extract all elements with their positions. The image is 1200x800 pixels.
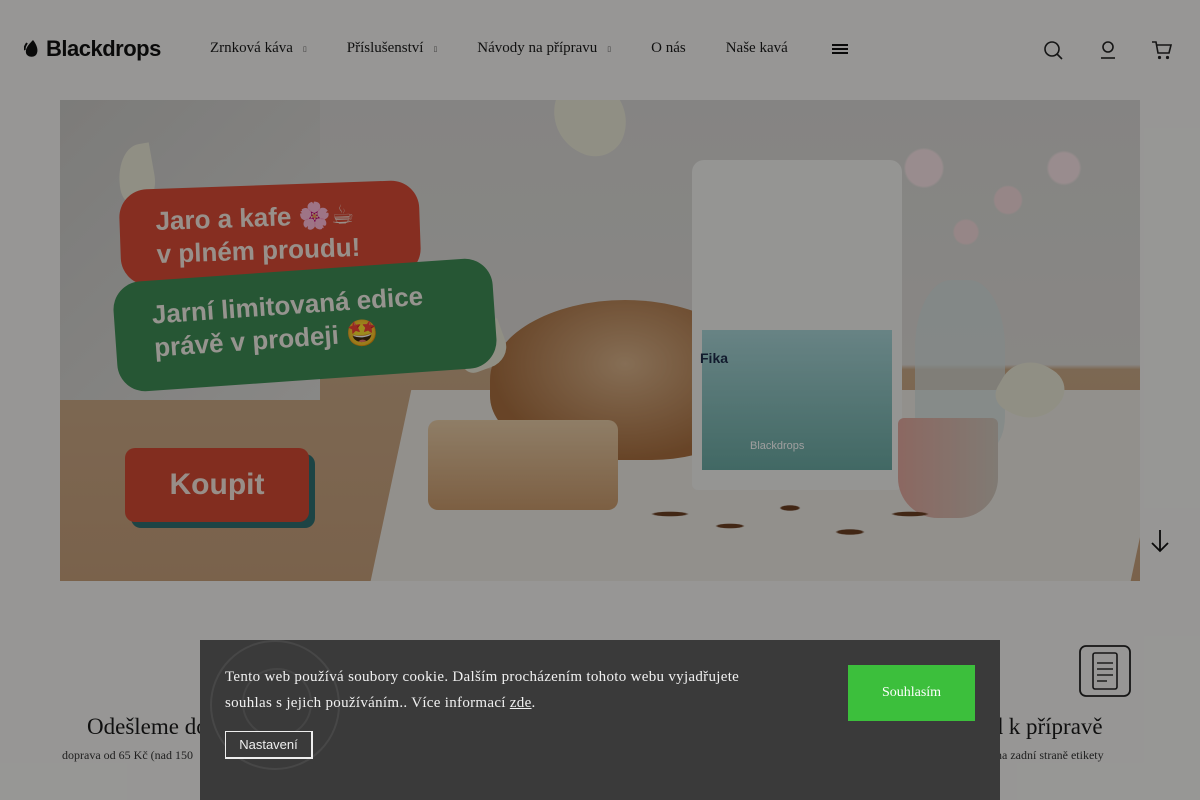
accept-cookies-button[interactable]: Souhlasím	[848, 665, 975, 721]
cookie-consent-bar: Tento web používá soubory cookie. Dalším…	[200, 640, 1000, 800]
cookie-settings-button[interactable]: Nastavení	[225, 731, 313, 759]
cookie-more-info-link[interactable]: zde	[510, 695, 532, 711]
cookie-message: Tento web používá soubory cookie. Dalším…	[225, 669, 740, 711]
